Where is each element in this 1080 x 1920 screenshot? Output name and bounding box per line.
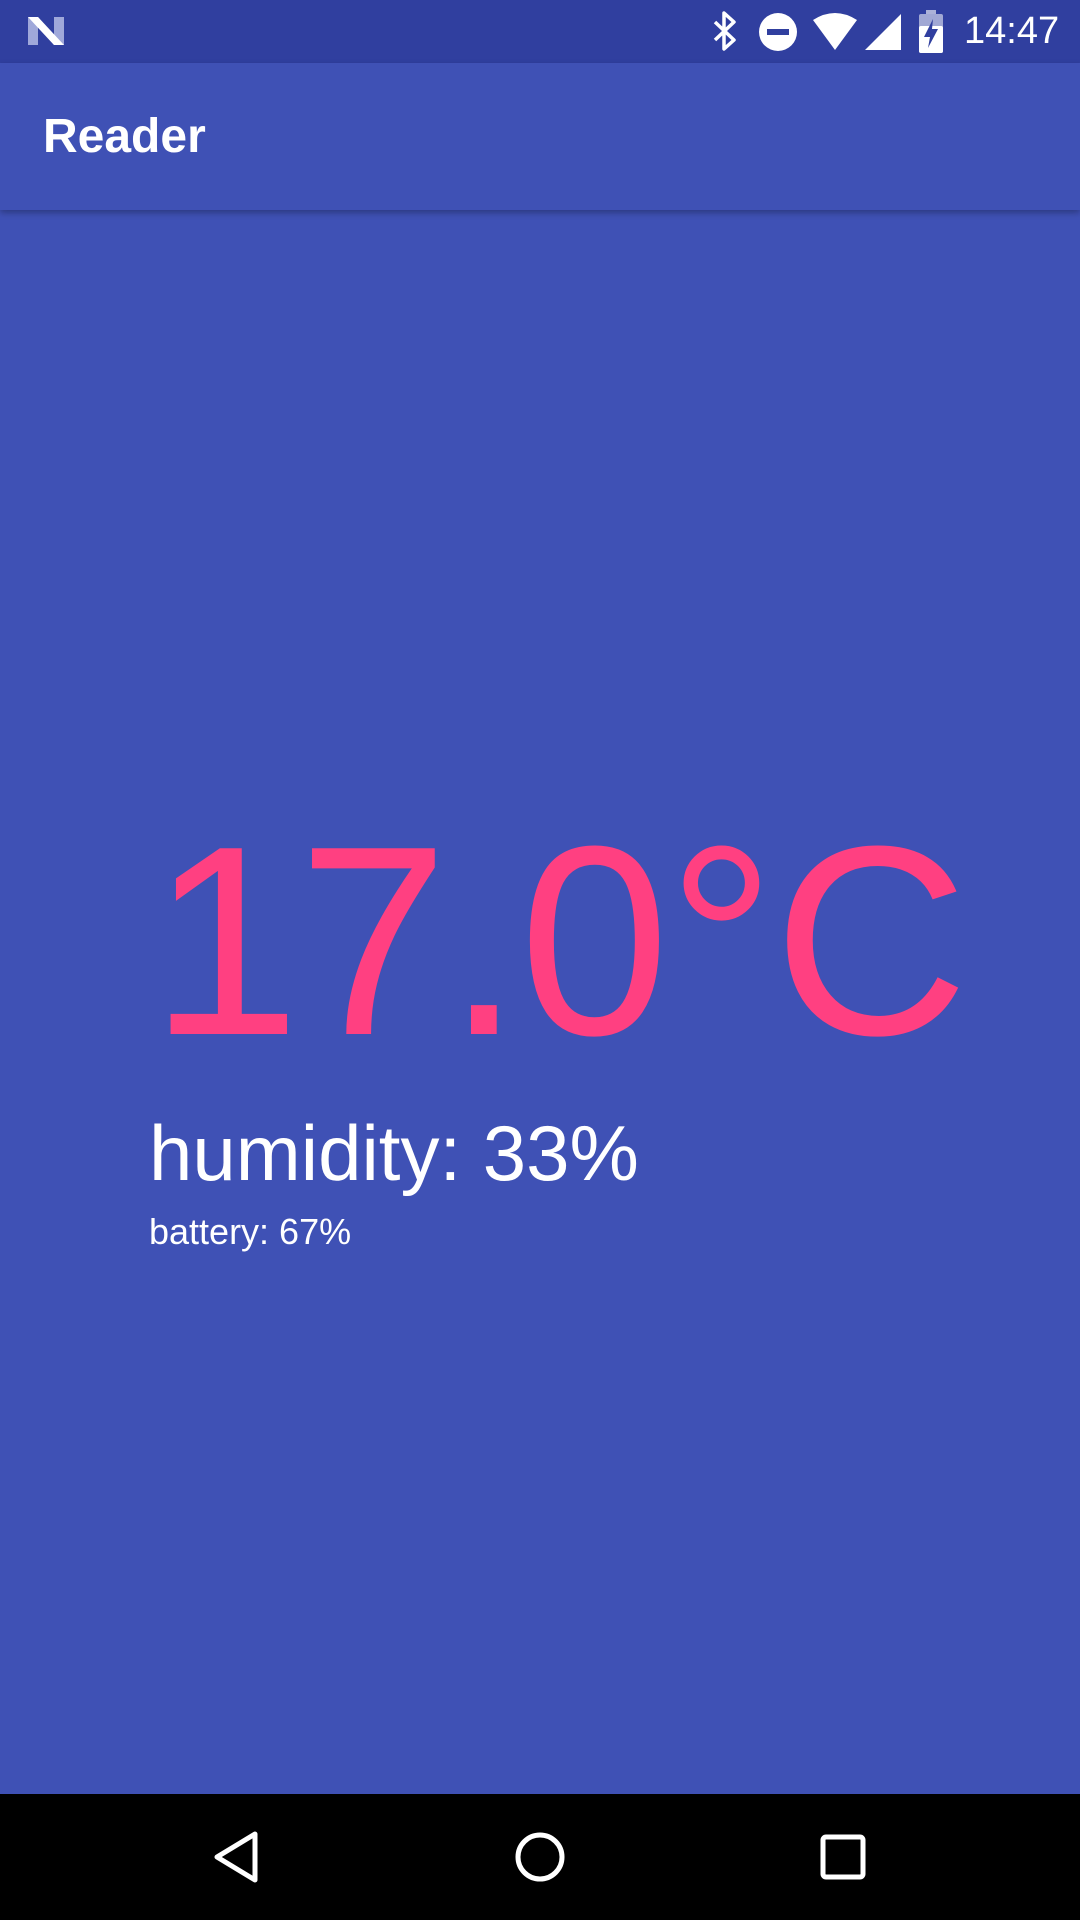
back-button[interactable] bbox=[196, 1817, 276, 1897]
app-bar: Reader bbox=[0, 63, 1080, 210]
do-not-disturb-icon bbox=[759, 13, 797, 51]
humidity-reading: humidity: 33% bbox=[149, 1109, 639, 1197]
screen: 14:47 Reader 17.0°C humidity: 33% batter… bbox=[0, 0, 1080, 1920]
android-n-icon bbox=[28, 17, 64, 45]
status-time: 14:47 bbox=[964, 10, 1060, 52]
app-title: Reader bbox=[43, 110, 206, 163]
battery-reading: battery: 67% bbox=[149, 1211, 352, 1252]
home-icon bbox=[515, 1832, 565, 1882]
home-button[interactable] bbox=[500, 1817, 580, 1897]
recents-button[interactable] bbox=[803, 1817, 883, 1897]
navigation-bar bbox=[0, 1794, 1080, 1920]
battery-charging-icon bbox=[919, 10, 943, 53]
cell-signal-icon bbox=[865, 14, 901, 50]
recents-icon bbox=[820, 1834, 866, 1880]
wifi-icon bbox=[813, 13, 857, 50]
back-icon bbox=[214, 1831, 258, 1883]
temperature-reading: 17.0°C bbox=[150, 791, 968, 1092]
bluetooth-icon bbox=[713, 11, 736, 51]
status-bar: 14:47 bbox=[0, 0, 1080, 63]
